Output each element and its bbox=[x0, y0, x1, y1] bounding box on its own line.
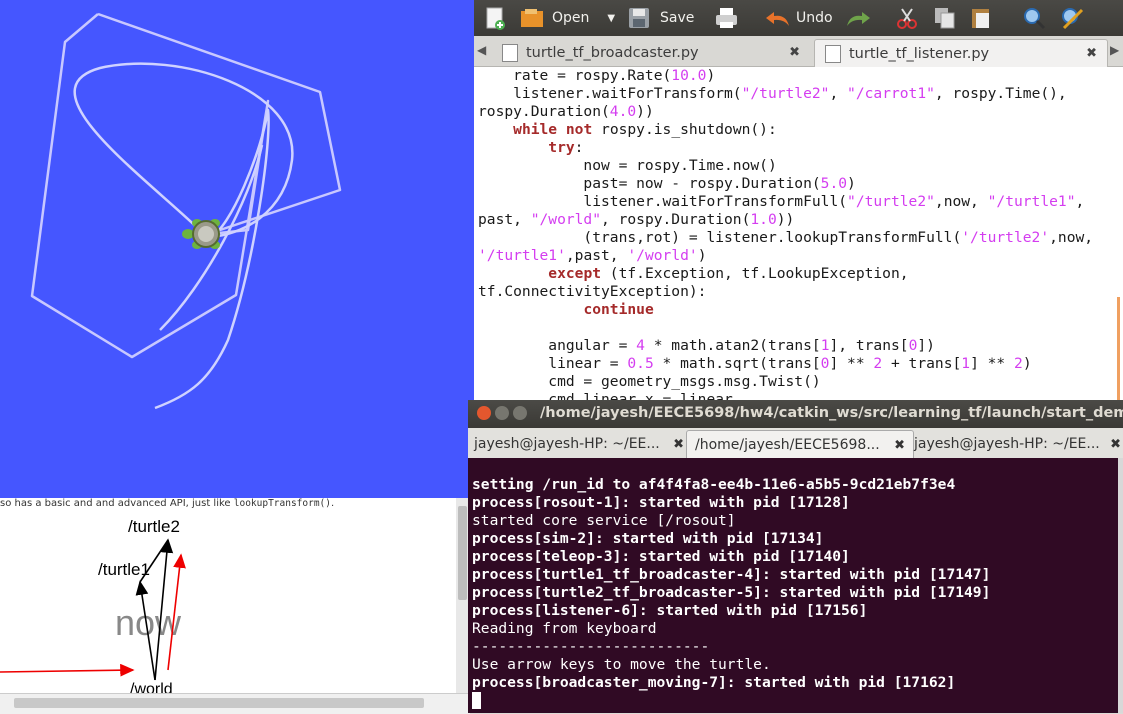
terminal-titlebar: /home/jayesh/EECE5698/hw4/catkin_ws/src/… bbox=[468, 400, 1123, 428]
code-line: '/turtle1',past, '/world') bbox=[478, 247, 707, 264]
doc-horizontal-scrollbar[interactable] bbox=[0, 693, 470, 714]
terminal-line: --------------------------- bbox=[472, 638, 710, 655]
terminal-tab-3[interactable]: jayesh@jayesh-HP: ~/EE... ✖ bbox=[906, 430, 1123, 458]
undo-button[interactable]: Undo bbox=[764, 0, 833, 36]
terminal-line: process[broadcaster_moving-7]: started w… bbox=[472, 674, 956, 691]
terminal-line: started core service [/rosout] bbox=[472, 512, 736, 529]
find-replace-button[interactable] bbox=[1060, 0, 1086, 36]
close-tab-icon[interactable]: ✖ bbox=[789, 45, 800, 60]
terminal-line: process[turtle2_tf_broadcaster-5]: start… bbox=[472, 584, 991, 601]
terminal-line: process[sim-2]: started with pid [17134] bbox=[472, 530, 824, 547]
terminal-cursor bbox=[472, 692, 481, 709]
open-button[interactable]: Open ▼ bbox=[520, 0, 615, 36]
code-line: cmd.linear.x = linear bbox=[478, 391, 733, 400]
paste-icon bbox=[972, 9, 989, 28]
maximize-window-icon[interactable] bbox=[513, 406, 527, 420]
chevron-down-icon[interactable]: ▼ bbox=[607, 13, 615, 24]
new-button[interactable] bbox=[484, 0, 506, 36]
code-line: listener.waitForTransformFull("/turtle2"… bbox=[478, 193, 1085, 210]
tab-turtle-tf-listener[interactable]: turtle_tf_listener.py ✖ bbox=[814, 39, 1108, 67]
code-line: while not rospy.is_shutdown(): bbox=[513, 121, 777, 138]
code-line: now = rospy.Time.now() bbox=[478, 157, 777, 174]
diagram-label-turtle1: /turtle1 bbox=[98, 560, 150, 579]
scissors-icon bbox=[897, 8, 917, 29]
turtle-icon bbox=[182, 219, 220, 249]
close-window-icon[interactable] bbox=[477, 406, 491, 420]
code-line: listener.waitForTransform("/turtle2", "/… bbox=[478, 85, 1067, 102]
code-line: (trans,rot) = listener.lookupTransformFu… bbox=[478, 229, 1094, 246]
code-line: linear = 0.5 * math.sqrt(trans[0] ** 2 +… bbox=[478, 355, 1032, 372]
tutorial-document: so has a basic and and advanced API, jus… bbox=[0, 498, 470, 713]
tabs-scroll-right-icon[interactable]: ▶ bbox=[1110, 43, 1119, 57]
save-button[interactable]: Save bbox=[628, 0, 694, 36]
close-tab-icon[interactable]: ✖ bbox=[1086, 46, 1097, 61]
toolbar: Open ▼ Save Undo bbox=[474, 0, 1123, 36]
turtlesim-canvas bbox=[0, 0, 474, 498]
turtle1-path bbox=[30, 12, 342, 359]
redo-button[interactable] bbox=[844, 0, 872, 36]
scroll-thumb[interactable] bbox=[14, 698, 424, 708]
find-button[interactable] bbox=[1022, 0, 1046, 36]
scroll-thumb[interactable] bbox=[458, 506, 467, 600]
new-document-icon bbox=[486, 7, 505, 30]
terminal-line: Use arrow keys to move the turtle. bbox=[472, 656, 771, 673]
terminal-output[interactable]: setting /run_id to af4f4fa8-ee4b-11e6-a5… bbox=[468, 458, 1118, 713]
paste-button[interactable] bbox=[970, 0, 992, 36]
file-icon bbox=[825, 44, 841, 63]
code-line: try: bbox=[548, 139, 584, 156]
cut-button[interactable] bbox=[896, 0, 918, 36]
code-line: rospy.Duration(4.0)) bbox=[478, 103, 654, 120]
print-button[interactable] bbox=[715, 0, 739, 36]
search-icon bbox=[1024, 8, 1046, 30]
close-tab-icon[interactable]: ✖ bbox=[673, 437, 684, 452]
code-line: tf.ConnectivityException): bbox=[478, 283, 707, 300]
document-tabs: ◀ turtle_tf_broadcaster.py ✖ turtle_tf_l… bbox=[474, 36, 1123, 67]
code-line: past= now - rospy.Duration(5.0) bbox=[478, 175, 856, 192]
code-line: rate = rospy.Rate(10.0) bbox=[478, 67, 716, 84]
close-tab-icon[interactable]: ✖ bbox=[1110, 437, 1121, 452]
diagram-arrow-red-horizontal bbox=[0, 663, 135, 677]
terminal-tab-2[interactable]: /home/jayesh/EECE5698... ✖ bbox=[686, 430, 914, 459]
save-icon bbox=[629, 8, 649, 28]
print-icon bbox=[716, 8, 737, 28]
terminal-line: process[turtle1_tf_broadcaster-4]: start… bbox=[472, 566, 991, 583]
terminal-line: process[teleop-3]: started with pid [171… bbox=[472, 548, 850, 565]
copy-icon bbox=[935, 8, 955, 29]
tabs-scroll-left-icon[interactable]: ◀ bbox=[477, 43, 486, 57]
find-replace-icon bbox=[1062, 8, 1084, 30]
code-line: past, "/world", rospy.Duration(1.0)) bbox=[478, 211, 795, 228]
terminal-line: setting /run_id to af4f4fa8-ee4b-11e6-a5… bbox=[472, 476, 956, 493]
code-line: except (tf.Exception, tf.LookupException… bbox=[548, 265, 909, 282]
terminal-window: /home/jayesh/EECE5698/hw4/catkin_ws/src/… bbox=[468, 400, 1123, 713]
terminal-tabs: jayesh@jayesh-HP: ~/EE... ✖ /home/jayesh… bbox=[468, 428, 1123, 459]
gedit-window: Open ▼ Save Undo ◀ turtle_tf_broadcaster… bbox=[474, 0, 1123, 400]
tf-time-travel-diagram: /turtle2 /turtle1 now /world bbox=[0, 517, 186, 698]
open-folder-icon bbox=[521, 9, 543, 27]
tab-turtle-tf-broadcaster[interactable]: turtle_tf_broadcaster.py ✖ bbox=[492, 39, 810, 66]
code-line: angular = 4 * math.atan2(trans[1], trans… bbox=[478, 337, 935, 354]
right-margin-marker bbox=[1117, 297, 1120, 400]
redo-arrow-icon bbox=[847, 12, 870, 26]
copy-button[interactable] bbox=[934, 0, 956, 36]
code-line: continue bbox=[583, 301, 654, 318]
minimize-window-icon[interactable] bbox=[495, 406, 509, 420]
terminal-line: Reading from keyboard bbox=[472, 620, 657, 637]
terminal-line: process[rosout-1]: started with pid [171… bbox=[472, 494, 850, 511]
diagram-label-turtle2: /turtle2 bbox=[128, 517, 180, 536]
code-editor[interactable]: rate = rospy.Rate(10.0) listener.waitFor… bbox=[474, 67, 1123, 400]
undo-arrow-icon bbox=[766, 12, 789, 26]
terminal-title: /home/jayesh/EECE5698/hw4/catkin_ws/src/… bbox=[540, 405, 1123, 421]
terminal-line: process[listener-6]: started with pid [1… bbox=[472, 602, 868, 619]
doc-text-line: so has a basic and and advanced API, jus… bbox=[0, 498, 335, 509]
terminal-tab-1[interactable]: jayesh@jayesh-HP: ~/EE... ✖ bbox=[468, 430, 692, 458]
close-tab-icon[interactable]: ✖ bbox=[894, 438, 905, 453]
file-icon bbox=[502, 43, 518, 62]
code-line: cmd = geometry_msgs.msg.Twist() bbox=[478, 373, 821, 390]
terminal-scrollbar[interactable] bbox=[1118, 458, 1123, 713]
